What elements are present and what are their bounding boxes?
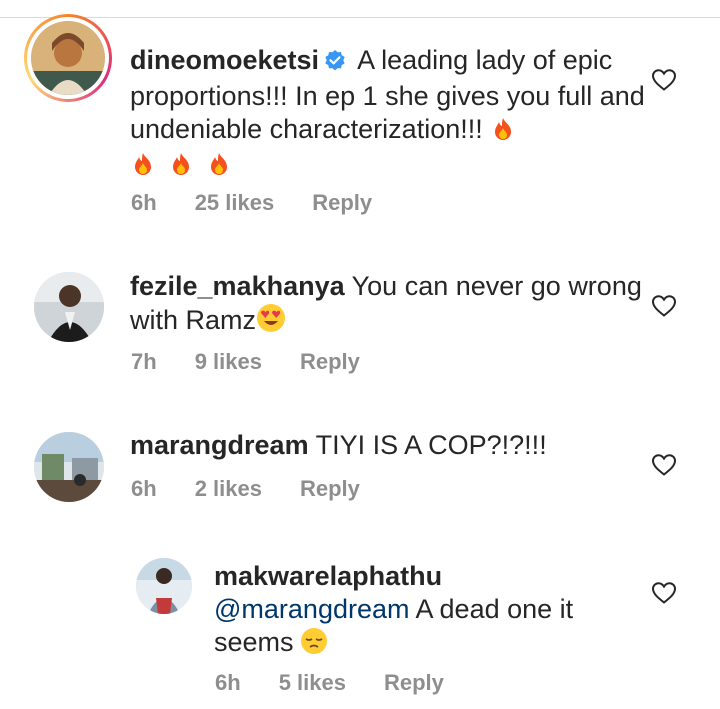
comment-text: marangdream TIYI IS A COP?!?!!! xyxy=(130,429,650,462)
avatar[interactable] xyxy=(34,272,104,342)
like-heart-icon[interactable] xyxy=(651,453,677,482)
fire-emoji-icon xyxy=(490,116,516,142)
comment-text: makwarelaphathu @marangdream A dead one … xyxy=(214,560,644,659)
comment-meta: 6h 5 likes Reply xyxy=(215,670,482,696)
comment-username[interactable]: marangdream xyxy=(130,430,309,460)
story-ring[interactable] xyxy=(24,14,112,102)
fire-emoji-icon xyxy=(168,151,194,177)
like-heart-icon[interactable] xyxy=(651,294,677,323)
comment-time: 6h xyxy=(131,190,157,215)
verified-badge-icon xyxy=(323,47,347,80)
comment-time: 6h xyxy=(215,670,241,695)
like-heart-icon[interactable] xyxy=(651,68,677,97)
comment-meta: 6h 2 likes Reply xyxy=(131,476,398,502)
comment-meta: 7h 9 likes Reply xyxy=(131,349,398,375)
likes-count-button[interactable]: 25 likes xyxy=(195,190,275,215)
avatar[interactable] xyxy=(136,558,192,614)
comment-body: TIYI IS A COP?!?!!! xyxy=(315,430,547,460)
comment-username[interactable]: makwarelaphathu xyxy=(214,560,644,593)
avatar[interactable] xyxy=(34,432,104,502)
comment-username[interactable]: fezile_makhanya xyxy=(130,271,345,301)
reply-button[interactable]: Reply xyxy=(300,349,360,374)
emoji-line xyxy=(130,148,650,181)
likes-count-button[interactable]: 5 likes xyxy=(279,670,346,695)
reply-button[interactable]: Reply xyxy=(300,476,360,501)
heart-eyes-emoji-icon xyxy=(256,303,286,333)
like-heart-icon[interactable] xyxy=(651,581,677,610)
reply-button[interactable]: Reply xyxy=(312,190,372,215)
mention-link[interactable]: @marangdream xyxy=(214,594,410,624)
comment-time: 6h xyxy=(131,476,157,501)
comment-text: fezile_makhanya You can never go wrong w… xyxy=(130,270,650,337)
fire-emoji-icon xyxy=(130,151,156,177)
comment-time: 7h xyxy=(131,349,157,374)
reply-button[interactable]: Reply xyxy=(384,670,444,695)
likes-count-button[interactable]: 9 likes xyxy=(195,349,262,374)
avatar[interactable] xyxy=(31,21,105,95)
likes-count-button[interactable]: 2 likes xyxy=(195,476,262,501)
comment-username[interactable]: dineomoeketsi xyxy=(130,45,319,75)
comment-meta: 6h 25 likes Reply xyxy=(131,190,410,216)
pensive-face-emoji-icon xyxy=(300,627,328,655)
top-divider xyxy=(0,0,720,18)
comment-text: dineomoeketsi A leading lady of epic pro… xyxy=(130,44,650,181)
fire-emoji-icon xyxy=(206,151,232,177)
